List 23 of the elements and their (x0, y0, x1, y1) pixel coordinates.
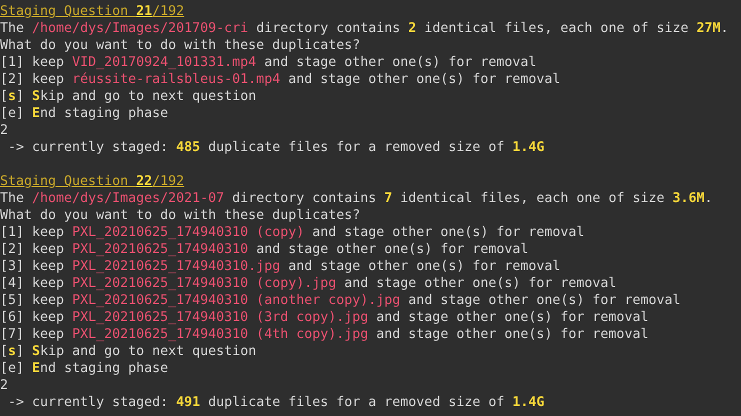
terminal-line: [1] keep VID_20170924_101331.mp4 and stage other one(s) for removal (0, 54, 536, 71)
terminal-line: [3] keep PXL_20210625_174940310.jpg and stage other one(s) for removal (0, 258, 560, 275)
terminal-line: Staging Question 21/192 (0, 3, 184, 20)
terminal-line: [e] End staging phase (0, 105, 168, 122)
terminal-line: 2 (0, 122, 8, 139)
terminal-line: [2] keep PXL_20210625_174940310 and stage other one(s) for removal (0, 241, 528, 258)
terminal-line: [1] keep PXL_20210625_174940310 (copy) and stage other one(s) for removal (0, 224, 584, 241)
terminal-line: [s] Skip and go to next question (0, 343, 256, 360)
terminal-line: What do you want to do with these duplicates? (0, 37, 360, 54)
terminal-line: [6] keep PXL_20210625_174940310 (3rd copy).jpg and stage other one(s) for removal (0, 309, 648, 326)
terminal-line: The /home/dys/Images/201709-cri directory contains 2 identical files, each one of size 27M. (0, 20, 729, 37)
terminal-line: Staging Question 22/192 (0, 173, 184, 190)
terminal-line: [7] keep PXL_20210625_174940310 (4th copy).jpg and stage other one(s) for removal (0, 326, 648, 343)
terminal-line: What do you want to do with these duplicates? (0, 207, 360, 224)
terminal-line: The /home/dys/Images/2021-07 directory contains 7 identical files, each one of size 3.6M. (0, 190, 713, 207)
terminal-line: [2] keep réussite-railsbleus-01.mp4 and stage other one(s) for removal (0, 71, 560, 88)
terminal-line: -> currently staged: 485 duplicate files for a removed size of 1.4G (7, 139, 544, 156)
terminal-line: [s] Skip and go to next question (0, 88, 256, 105)
terminal-line: [5] keep PXL_20210625_174940310 (another copy).jpg and stage other one(s) for removal (0, 292, 680, 309)
terminal-line: [4] keep PXL_20210625_174940310 (copy).jpg and stage other one(s) for removal (0, 275, 616, 292)
terminal-line: [e] End staging phase (0, 360, 168, 377)
terminal-line: 2 (0, 377, 8, 394)
terminal-line: -> currently staged: 491 duplicate files for a removed size of 1.4G (7, 394, 544, 411)
